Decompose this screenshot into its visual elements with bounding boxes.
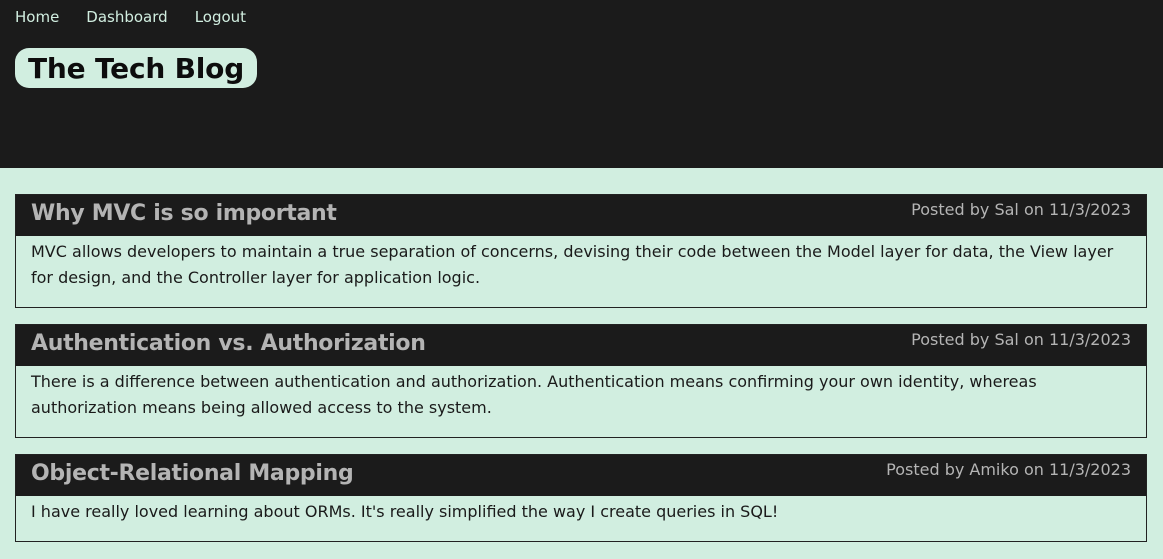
- post-meta: Posted by Sal on 11/3/2023: [911, 200, 1131, 219]
- post-meta: Posted by Amiko on 11/3/2023: [886, 460, 1131, 479]
- nav-dashboard-link[interactable]: Dashboard: [86, 8, 167, 27]
- post-title[interactable]: Object-Relational Mapping: [31, 461, 354, 486]
- post-header: Object-Relational Mapping Posted by Amik…: [16, 455, 1146, 496]
- post-body: I have really loved learning about ORMs.…: [31, 502, 779, 521]
- site-header: Home Dashboard Logout The Tech Blog: [0, 0, 1163, 168]
- post-meta: Posted by Sal on 11/3/2023: [911, 330, 1131, 349]
- post-card[interactable]: Authentication vs. Authorization Posted …: [15, 324, 1147, 438]
- post-title[interactable]: Authentication vs. Authorization: [31, 331, 426, 356]
- post-header: Why MVC is so important Posted by Sal on…: [16, 195, 1146, 236]
- site-title: The Tech Blog: [28, 51, 245, 85]
- nav-logout-link[interactable]: Logout: [195, 8, 246, 27]
- nav-home-link[interactable]: Home: [15, 8, 59, 27]
- post-list: Why MVC is so important Posted by Sal on…: [15, 194, 1147, 558]
- post-card[interactable]: Why MVC is so important Posted by Sal on…: [15, 194, 1147, 308]
- post-header: Authentication vs. Authorization Posted …: [16, 325, 1146, 366]
- post-body: There is a difference between authentica…: [31, 372, 1037, 417]
- top-nav: Home Dashboard Logout: [15, 8, 273, 27]
- post-title[interactable]: Why MVC is so important: [31, 201, 337, 226]
- site-title-badge: The Tech Blog: [15, 48, 258, 88]
- post-card[interactable]: Object-Relational Mapping Posted by Amik…: [15, 454, 1147, 542]
- post-body: MVC allows developers to maintain a true…: [31, 242, 1114, 287]
